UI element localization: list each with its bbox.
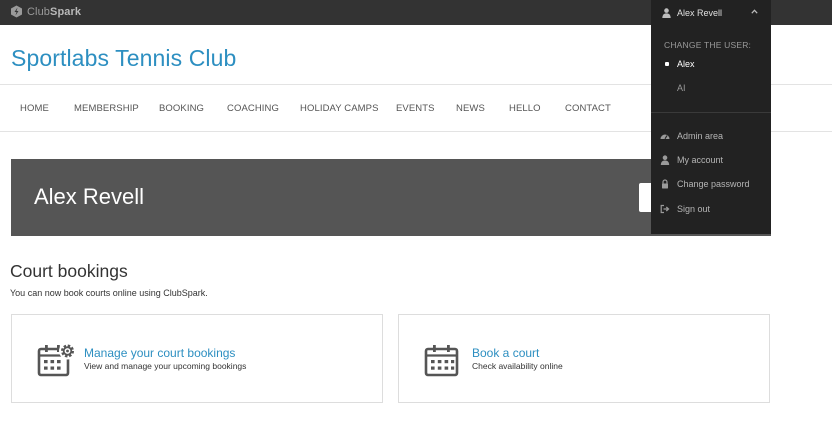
active-user-bullet-icon: [665, 62, 669, 66]
admin-area-label: Admin area: [677, 131, 724, 141]
nav-item-membership[interactable]: MEMBERSHIP: [74, 103, 139, 114]
manage-court-bookings-description: View and manage your upcoming bookings: [84, 361, 247, 371]
nav-item-news[interactable]: NEWS: [456, 103, 485, 114]
manage-court-bookings-card[interactable]: Manage your court bookings View and mana…: [11, 314, 383, 403]
nav-item-contact[interactable]: CONTACT: [565, 103, 611, 114]
book-a-court-description: Check availability online: [472, 361, 563, 371]
top-bar: ClubSpark Alex Revell: [0, 0, 832, 25]
user-menu-name: Alex Revell: [677, 7, 723, 18]
clubspark-logo-icon: [11, 5, 22, 18]
calendar-gear-icon: [37, 343, 76, 377]
club-title-link[interactable]: Sportlabs Tennis Club: [11, 45, 236, 72]
change-password-link[interactable]: Change password: [660, 179, 750, 189]
dropdown-divider: [651, 112, 771, 113]
sign-out-icon: [660, 204, 670, 214]
clubspark-logo-text: ClubSpark: [27, 5, 82, 18]
my-account-link[interactable]: My account: [660, 155, 723, 165]
lock-icon: [662, 179, 668, 189]
change-user-option-ai[interactable]: AI: [664, 83, 686, 93]
admin-area-link[interactable]: Admin area: [660, 131, 723, 141]
nav-item-booking[interactable]: BOOKING: [159, 103, 204, 114]
nav-item-events[interactable]: EVENTS: [396, 103, 435, 114]
chevron-up-icon: [751, 9, 758, 14]
nav-item-hello[interactable]: HELLO: [509, 103, 541, 114]
user-dropdown-menu: CHANGE THE USER: Alex AI Admin area My a…: [651, 25, 771, 234]
nav-item-holiday-camps[interactable]: HOLIDAY CAMPS: [300, 103, 379, 114]
change-user-option-label: Alex: [677, 59, 695, 69]
dashboard-icon: [660, 134, 670, 140]
change-user-option-alex[interactable]: Alex: [664, 59, 695, 69]
change-user-option-label: AI: [677, 83, 686, 93]
user-menu-toggle[interactable]: Alex Revell: [651, 0, 771, 25]
sign-out-link[interactable]: Sign out: [660, 204, 710, 214]
nav-item-coaching[interactable]: COACHING: [227, 103, 279, 114]
nav-item-home[interactable]: HOME: [20, 103, 49, 114]
change-password-label: Change password: [677, 179, 750, 189]
book-a-court-title: Book a court: [472, 346, 540, 360]
user-icon: [660, 155, 670, 165]
manage-court-bookings-title: Manage your court bookings: [84, 346, 236, 360]
my-account-label: My account: [677, 155, 724, 165]
sign-out-label: Sign out: [677, 204, 711, 214]
book-a-court-card[interactable]: Book a court Check availability online: [398, 314, 770, 403]
banner-user-name: Alex Revell: [34, 184, 145, 209]
clubspark-logo[interactable]: ClubSpark: [10, 5, 81, 18]
user-icon: [662, 7, 671, 18]
court-bookings-subtitle: You can now book courts online using Clu…: [10, 288, 208, 298]
change-user-heading: CHANGE THE USER:: [664, 40, 752, 50]
calendar-icon: [424, 345, 459, 377]
court-bookings-title: Court bookings: [10, 261, 128, 281]
